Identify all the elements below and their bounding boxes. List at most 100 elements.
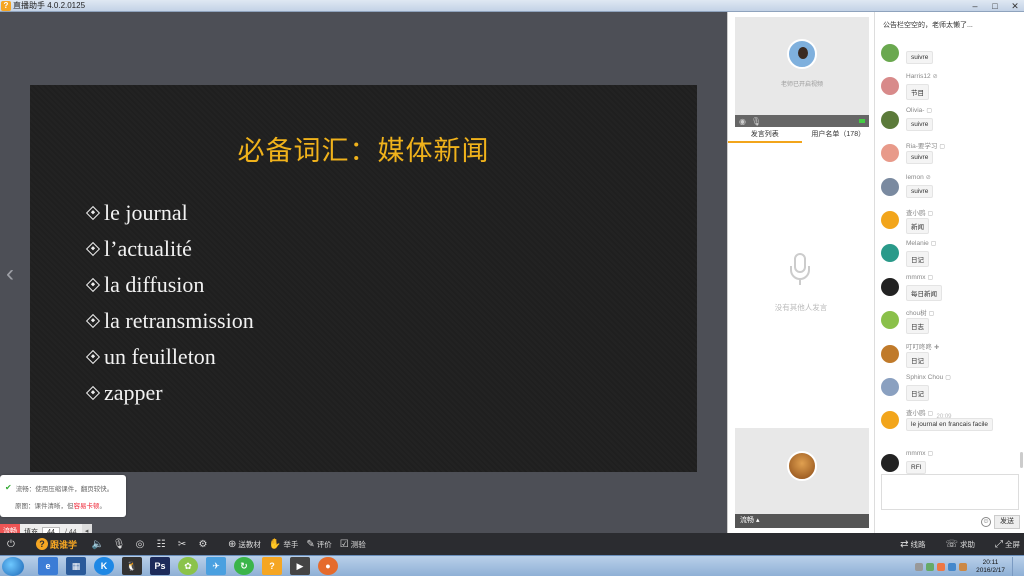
diamond-bullet-icon bbox=[85, 241, 101, 257]
student-avatar bbox=[787, 451, 817, 481]
video-app-icon[interactable]: ▶ bbox=[290, 557, 310, 575]
chat-message: suivre bbox=[881, 40, 1019, 73]
quiz-button[interactable]: ☑ 测验 bbox=[340, 539, 366, 550]
chat-username: Harris12 ⊘ bbox=[906, 73, 938, 81]
chat-bubble: 节目 bbox=[906, 84, 929, 101]
user-badge-icon: ⊘ bbox=[925, 174, 931, 181]
signal-icon bbox=[859, 119, 865, 123]
chat-avatar[interactable] bbox=[881, 110, 899, 129]
chat-message: chou树 ▢ 日志 bbox=[881, 307, 1019, 340]
microphone-large-icon bbox=[790, 253, 810, 285]
bottom-toolbar: ⏻ ? 跟谁学 🔈 🎙 ◎ ☷ ✂ ⚙ ⊕ 送教材 ✋ 举手 ✎ 评价 ☑ 测验 ⇄ 线路… bbox=[0, 533, 1024, 555]
chat-username: lemon ⊘ bbox=[906, 173, 931, 181]
media-icon[interactable]: ▦ bbox=[66, 557, 86, 575]
volume-tray-icon[interactable] bbox=[948, 562, 957, 571]
keyboard-tray-icon[interactable] bbox=[915, 562, 924, 571]
chat-bubble: suivre bbox=[906, 117, 934, 131]
orange-app-icon[interactable]: ● bbox=[318, 557, 338, 575]
photoshop-icon[interactable]: Ps bbox=[150, 557, 170, 575]
maximize-button[interactable]: □ bbox=[990, 0, 1000, 12]
send-button[interactable]: 发送 bbox=[994, 515, 1020, 529]
diamond-bullet-icon bbox=[85, 313, 101, 329]
diamond-bullet-icon bbox=[85, 277, 101, 293]
fullscreen-icon: ⤢ bbox=[995, 538, 1003, 550]
start-button[interactable] bbox=[2, 556, 24, 576]
toolbar-right: ⇄ 线路 ☏ 求助 ⤢ 全屏 bbox=[892, 533, 1020, 555]
chat-avatar[interactable] bbox=[881, 453, 899, 472]
window-title: 直播助手 4.0.2.0125 bbox=[13, 1, 86, 10]
chat-panel: 公告栏空空的，老师太懒了... suivre Harris12 ⊘ 节目 Olivia-… bbox=[874, 12, 1024, 533]
route-button[interactable]: ⇄ 线路 bbox=[900, 539, 925, 550]
chat-scrollbar[interactable] bbox=[1020, 452, 1023, 468]
tools-icon[interactable]: ✂ bbox=[175, 536, 189, 552]
green-app-icon[interactable]: ✿ bbox=[178, 557, 198, 575]
tab-speak-list[interactable]: 发言列表 bbox=[728, 129, 802, 143]
refresh-app-icon[interactable]: ↻ bbox=[234, 557, 254, 575]
settings-icon[interactable]: ⚙ bbox=[196, 536, 210, 552]
window-controls: – □ ✕ bbox=[970, 0, 1020, 12]
chat-avatar[interactable] bbox=[881, 244, 899, 263]
system-clock[interactable]: 20:11 2016/2/17 bbox=[976, 559, 1005, 575]
help-button[interactable]: ☏ 求助 bbox=[945, 539, 975, 550]
tab-user-list[interactable]: 用户名单（178） bbox=[802, 129, 876, 143]
webcam-icon[interactable]: ◎ bbox=[133, 536, 147, 552]
user-badge-icon: ▢ bbox=[928, 311, 935, 318]
chat-bubble: 新闻 bbox=[906, 217, 929, 234]
chat-bubble: 日记 bbox=[906, 384, 929, 401]
camera-icon[interactable]: ◉ bbox=[739, 117, 746, 126]
chat-bubble: RFI bbox=[906, 460, 927, 474]
chat-avatar[interactable] bbox=[881, 344, 899, 363]
send-material-button[interactable]: ⊕ 送教材 bbox=[228, 539, 261, 550]
slide-title: 必备词汇：媒体新闻 bbox=[237, 136, 490, 166]
live-assistant-icon[interactable]: ? bbox=[262, 557, 282, 575]
qq-icon[interactable]: 🐧 bbox=[122, 557, 142, 575]
prev-page-icon[interactable]: ‹ bbox=[6, 260, 14, 288]
chat-avatar[interactable] bbox=[881, 144, 899, 163]
chat-avatar[interactable] bbox=[881, 277, 899, 296]
slide-item: un feuilleton bbox=[85, 339, 254, 375]
fullscreen-button[interactable]: ⤢ 全屏 bbox=[995, 539, 1020, 550]
ie-icon[interactable]: e bbox=[38, 557, 58, 575]
bird-app-icon[interactable]: ✈ bbox=[206, 557, 226, 575]
flag-tray-icon[interactable] bbox=[959, 562, 968, 571]
power-icon[interactable]: ⏻ bbox=[4, 536, 18, 552]
tip-original-link[interactable]: 容易卡顿 bbox=[74, 500, 100, 510]
chat-avatar[interactable] bbox=[881, 177, 899, 196]
chat-input[interactable] bbox=[881, 474, 1019, 510]
app-icon: ? bbox=[1, 0, 11, 11]
rate-button[interactable]: ✎ 评价 bbox=[306, 539, 331, 550]
raise-hand-button[interactable]: ✋ 举手 bbox=[269, 539, 298, 550]
chat-username bbox=[906, 40, 908, 47]
clock-time: 20:11 bbox=[982, 558, 999, 566]
chat-message: 叮叮咚咚 ✚ 日记 bbox=[881, 341, 1019, 374]
teacher-video: 老师已开启视频 bbox=[735, 17, 869, 115]
slide-item: la diffusion bbox=[85, 267, 254, 303]
student-quality-button[interactable]: 流畅 ▴ bbox=[735, 514, 869, 528]
checkbox-icon: ☑ bbox=[339, 538, 349, 550]
emoji-icon[interactable]: ☺ bbox=[981, 517, 991, 527]
chat-time-divider: 20:09 bbox=[936, 414, 952, 420]
tip-smooth: 流畅：使用压缩课件，翻页较快。 bbox=[15, 485, 114, 493]
speaker-icon[interactable]: 🔈 bbox=[91, 536, 105, 552]
app-logo: ? 跟谁学 bbox=[36, 538, 77, 551]
minimize-button[interactable]: – bbox=[970, 0, 980, 12]
close-button[interactable]: ✕ bbox=[1010, 0, 1020, 12]
equalizer-icon[interactable]: ☷ bbox=[154, 536, 168, 552]
k-app-icon[interactable]: K bbox=[94, 557, 114, 575]
chat-avatar[interactable] bbox=[881, 311, 899, 330]
app-tray-icon[interactable] bbox=[937, 562, 946, 571]
show-desktop-button[interactable] bbox=[1012, 557, 1020, 576]
chat-avatar[interactable] bbox=[881, 77, 899, 96]
chat-bubble: 日记 bbox=[906, 251, 929, 268]
phone-icon: ☏ bbox=[945, 538, 958, 550]
mic-toggle-icon[interactable]: 🎙 bbox=[112, 536, 126, 552]
microphone-icon[interactable]: 🎙 bbox=[751, 117, 761, 126]
network-tray-icon[interactable] bbox=[926, 562, 935, 571]
chat-bubble: suivre bbox=[906, 151, 934, 165]
chat-avatar[interactable] bbox=[881, 210, 899, 229]
announcement: 公告栏空空的，老师太懒了... bbox=[883, 22, 973, 29]
slide-item: la retransmission bbox=[85, 303, 254, 339]
clock-date: 2016/2/17 bbox=[976, 566, 1005, 574]
chat-avatar[interactable] bbox=[881, 44, 899, 62]
chat-avatar[interactable] bbox=[881, 377, 899, 396]
